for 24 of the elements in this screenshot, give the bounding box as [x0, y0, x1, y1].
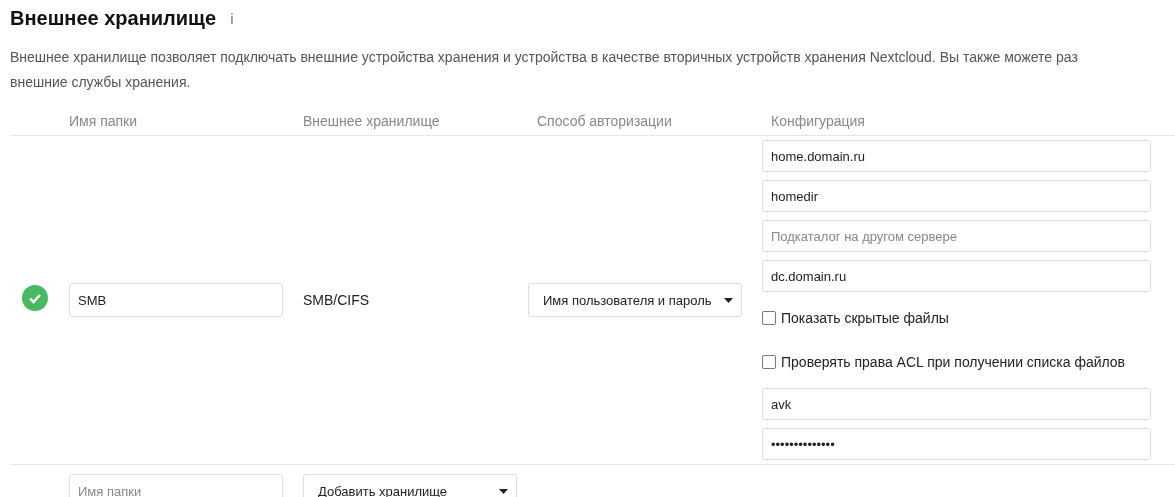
- folder-name-field[interactable]: Имя папки: [69, 474, 283, 497]
- auth-dropdown[interactable]: Имя пользователя и пароль: [528, 283, 742, 317]
- column-header: Внешнее хранилище: [302, 113, 441, 129]
- info-icon[interactable]: ℹ: [230, 8, 235, 28]
- description-text: Внешнее хранилище позволяет подключать внешние устройства хранения и устройства в качестве вторичных устройств хранения Nextcloud. Вы также можете раз: [10, 48, 1079, 67]
- folder-name-field[interactable]: SMB: [69, 283, 283, 317]
- page-title: Внешнее хранилище: [10, 6, 217, 30]
- checkbox[interactable]: [762, 355, 776, 369]
- config-field[interactable]: homedir: [762, 180, 1151, 212]
- column-header: Имя папки: [68, 113, 139, 129]
- config-field[interactable]: avk: [762, 388, 1151, 420]
- caret-icon: [724, 297, 733, 303]
- caret-icon: [499, 488, 508, 494]
- config-field[interactable]: dc.domain.ru: [762, 260, 1151, 292]
- column-header: Конфигурация: [770, 113, 866, 129]
- column-header: Способ авторизации: [536, 113, 673, 129]
- password-field[interactable]: ••••••••••••••: [762, 428, 1151, 460]
- storage-type: SMB/CIFS: [302, 292, 371, 308]
- checkbox[interactable]: [762, 311, 776, 325]
- config-field[interactable]: Подкаталог на другом сервере: [762, 220, 1151, 252]
- checkbox-label[interactable]: Показать скрытые файлы: [781, 310, 949, 326]
- description-text: внешние службы хранения.: [10, 73, 192, 92]
- checkbox-label[interactable]: Проверять права ACL при получении списка файлов: [781, 354, 1126, 370]
- config-field[interactable]: home.domain.ru: [762, 140, 1151, 172]
